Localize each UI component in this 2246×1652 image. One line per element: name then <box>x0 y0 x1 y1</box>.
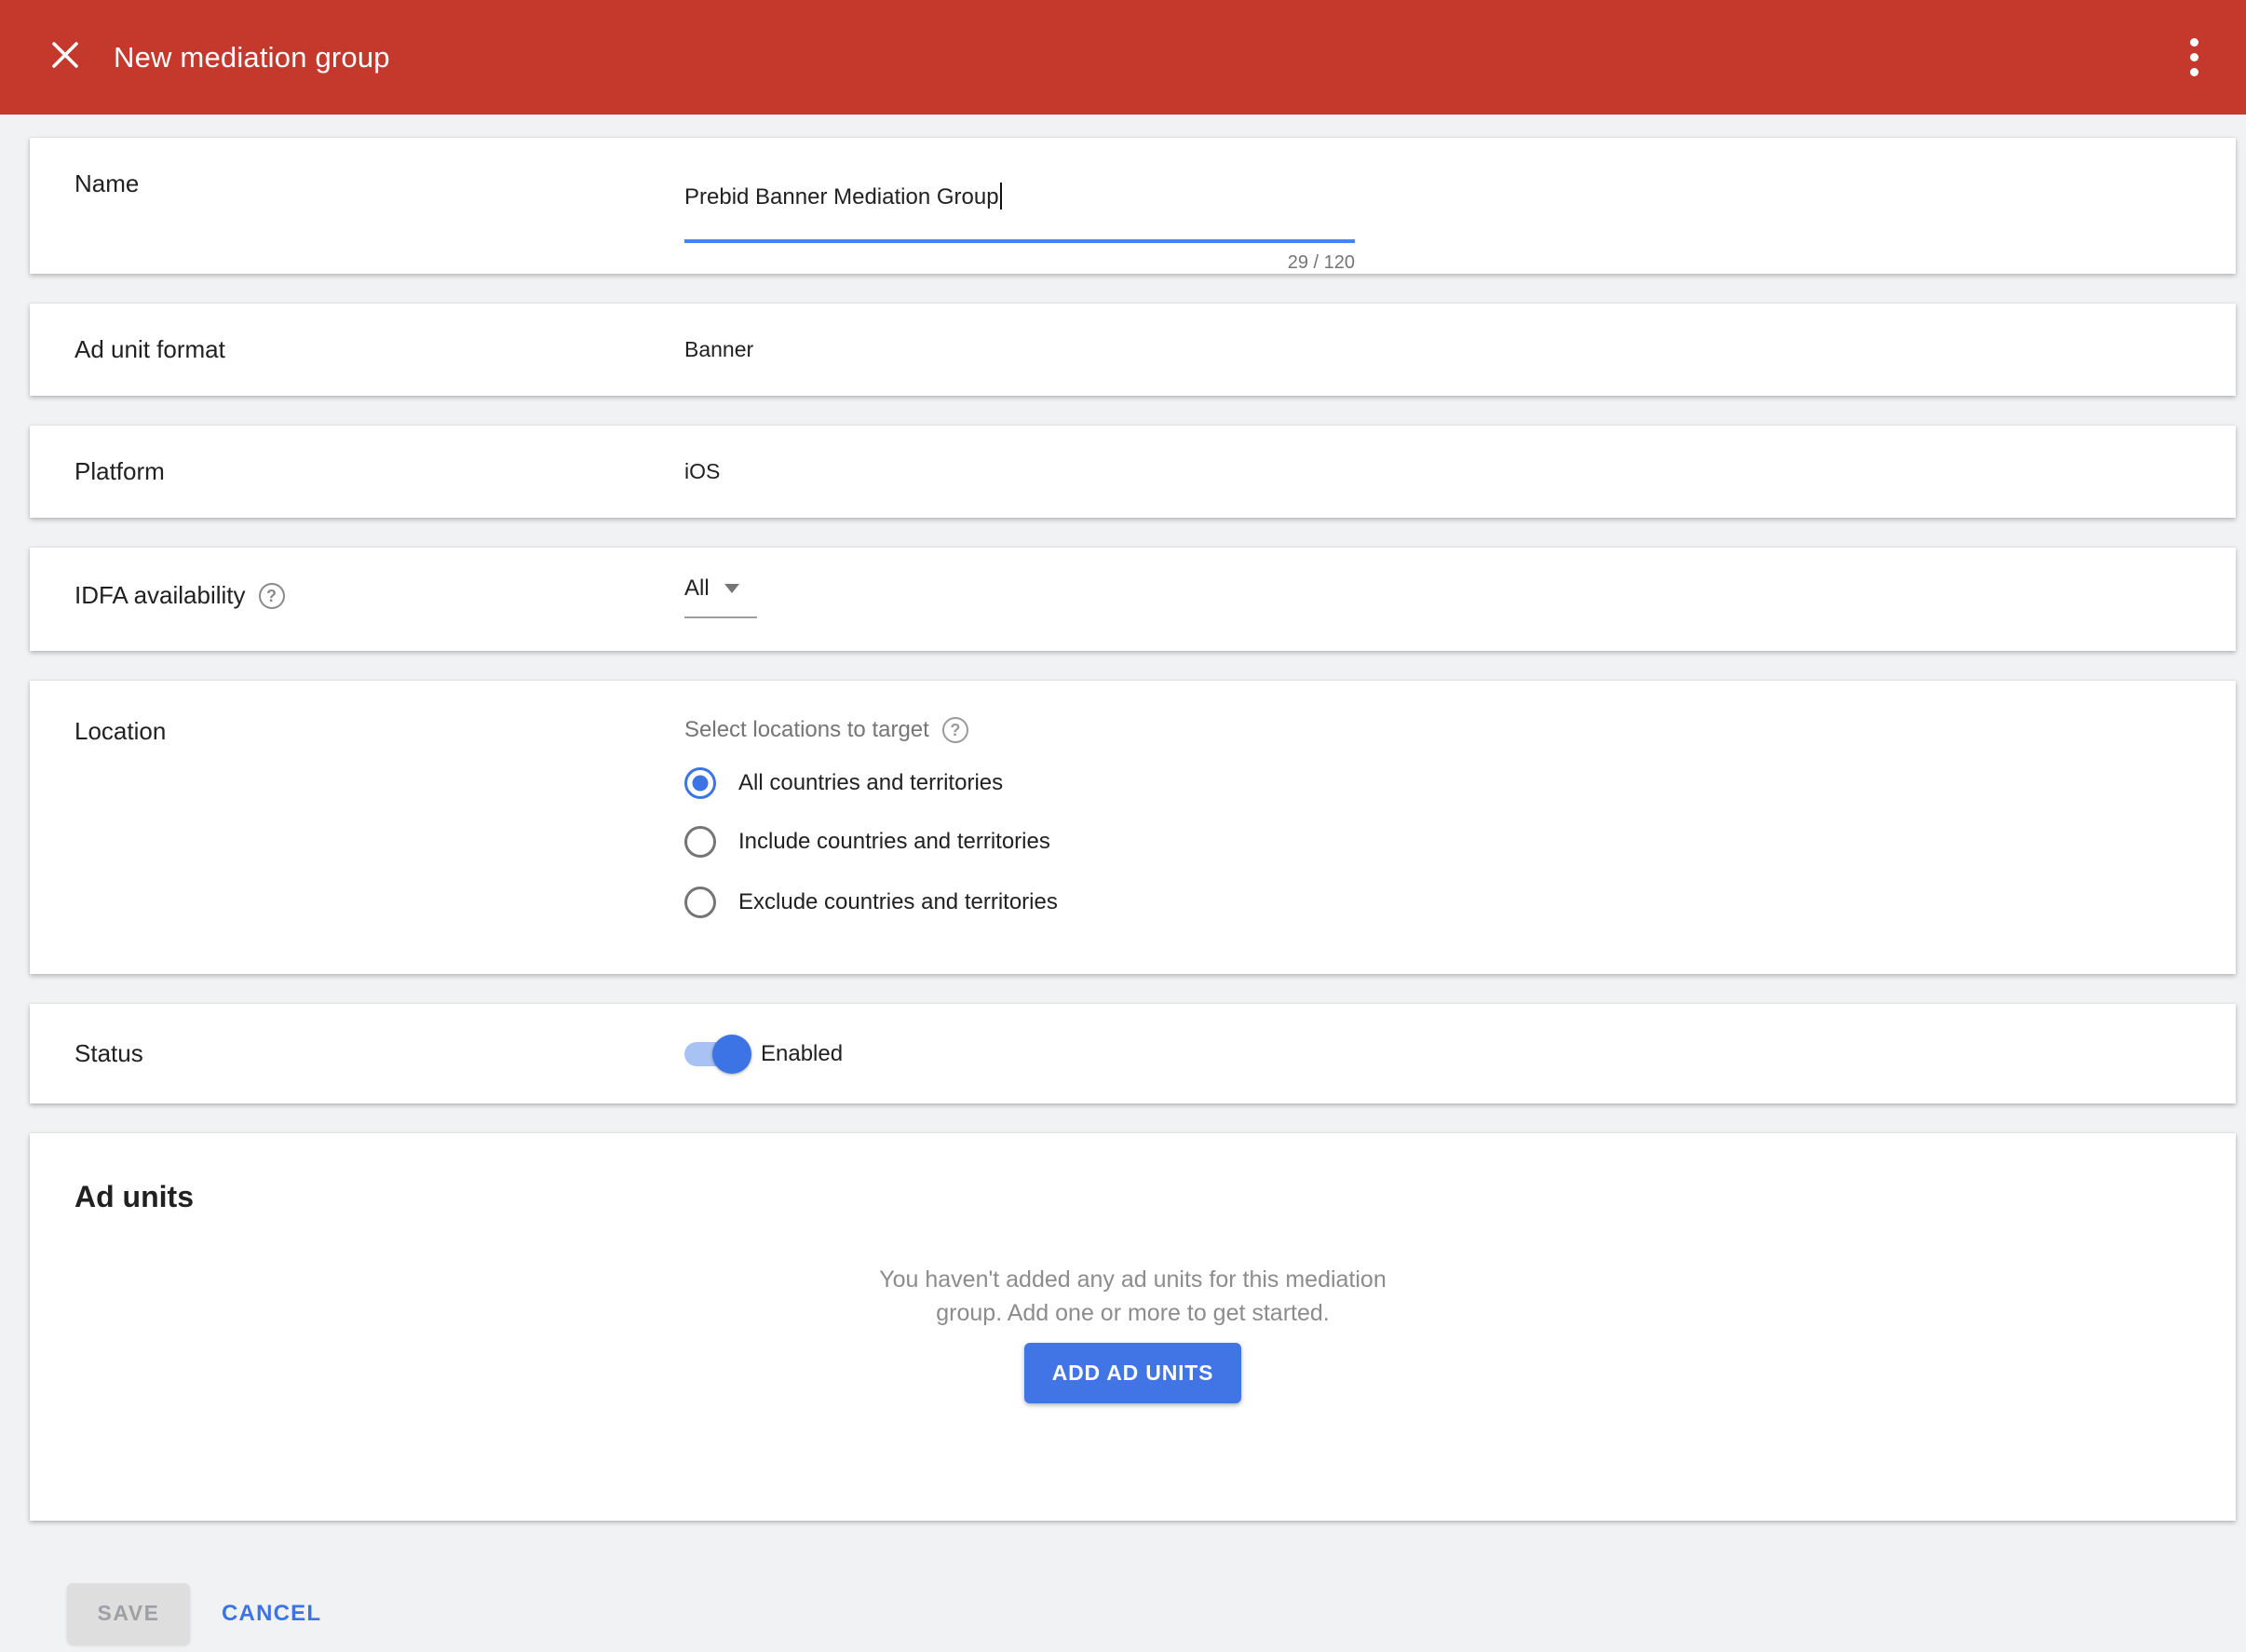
name-label: Name <box>74 169 139 197</box>
footer-actions: SAVE CANCEL <box>30 1583 2236 1644</box>
ad-unit-format-card: Ad unit format Banner <box>30 304 2236 396</box>
status-toggle[interactable] <box>684 1042 742 1066</box>
idfa-dropdown-underline <box>684 616 757 618</box>
radio-unselected-icon <box>684 887 716 918</box>
page-title: New mediation group <box>114 41 2175 74</box>
name-input[interactable]: Prebid Banner Mediation Group <box>684 183 1355 211</box>
idfa-label: IDFA availability <box>74 581 246 610</box>
form-content: Name Prebid Banner Mediation Group 29 / … <box>0 115 2246 1644</box>
name-card: Name Prebid Banner Mediation Group 29 / … <box>30 138 2236 274</box>
text-cursor <box>1000 183 1002 210</box>
close-icon <box>47 37 83 77</box>
radio-exclude-countries[interactable]: Exclude countries and territories <box>684 887 2180 918</box>
location-label: Location <box>74 717 166 745</box>
name-char-counter: 29 / 120 <box>684 252 1355 274</box>
close-button[interactable] <box>45 37 86 78</box>
kebab-icon <box>2190 35 2199 80</box>
radio-all-countries[interactable]: All countries and territories <box>684 767 2180 799</box>
radio-selected-icon <box>684 767 716 799</box>
name-input-underline <box>684 239 1355 243</box>
status-value: Enabled <box>761 1041 843 1067</box>
empty-state-line2: group. Add one or more to get started. <box>30 1296 2236 1330</box>
idfa-dropdown-value: All <box>684 575 710 602</box>
idfa-help-icon[interactable]: ? <box>259 583 285 609</box>
platform-label: Platform <box>74 457 165 485</box>
overflow-menu-button[interactable] <box>2175 34 2212 82</box>
status-card: Status Enabled <box>30 1004 2236 1104</box>
ad-units-heading: Ad units <box>30 1180 2236 1214</box>
ad-units-card: Ad units You haven't added any ad units … <box>30 1133 2236 1521</box>
name-input-value: Prebid Banner Mediation Group <box>684 184 999 210</box>
radio-include-countries[interactable]: Include countries and territories <box>684 826 2180 858</box>
location-help-icon[interactable]: ? <box>942 717 968 743</box>
app-bar: New mediation group <box>0 0 2246 115</box>
idfa-dropdown[interactable]: All <box>684 575 757 618</box>
location-helper-text: Select locations to target <box>684 717 929 743</box>
chevron-down-icon <box>724 584 739 593</box>
location-card: Location Select locations to target ? Al… <box>30 681 2236 974</box>
platform-value: iOS <box>684 459 720 483</box>
cancel-button[interactable]: CANCEL <box>222 1601 321 1627</box>
ad-units-empty-state: You haven't added any ad units for this … <box>30 1263 2236 1403</box>
radio-unselected-icon <box>684 826 716 858</box>
ad-unit-format-value: Banner <box>684 337 753 361</box>
platform-card: Platform iOS <box>30 426 2236 518</box>
toggle-thumb <box>712 1035 751 1074</box>
ad-unit-format-label: Ad unit format <box>74 335 225 363</box>
empty-state-line1: You haven't added any ad units for this … <box>30 1263 2236 1296</box>
add-ad-units-button[interactable]: ADD AD UNITS <box>1024 1343 1242 1403</box>
status-label: Status <box>74 1039 143 1067</box>
idfa-availability-card: IDFA availability ? All <box>30 548 2236 651</box>
save-button[interactable]: SAVE <box>67 1583 190 1644</box>
